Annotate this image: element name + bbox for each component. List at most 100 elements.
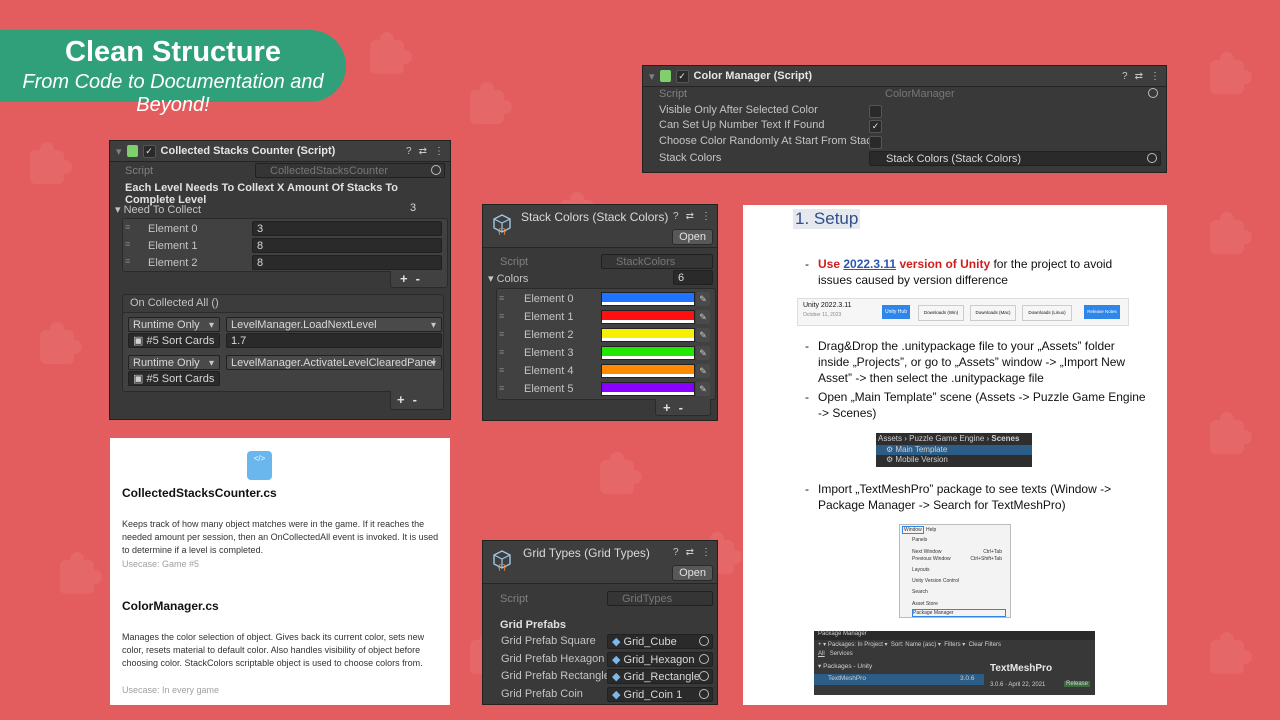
eyedropper-icon[interactable]: ✎ bbox=[696, 346, 710, 360]
download-mac-button[interactable]: Downloads (Mac) bbox=[970, 305, 1016, 321]
collapse-icon[interactable]: ▾ bbox=[116, 145, 122, 158]
window-menu-item[interactable]: Next Window Ctrl+Tab bbox=[912, 549, 1004, 555]
drag-handle-icon[interactable]: ≡ bbox=[499, 311, 504, 321]
drag-handle-icon[interactable]: ≡ bbox=[499, 293, 504, 303]
target-icon[interactable] bbox=[699, 688, 709, 699]
event-mode-dropdown[interactable]: Runtime Only bbox=[128, 355, 220, 371]
target-icon[interactable] bbox=[1148, 88, 1158, 98]
color-swatch[interactable] bbox=[601, 346, 695, 360]
event-argument-field[interactable]: 1.7 bbox=[226, 333, 442, 348]
event-add-button[interactable]: + bbox=[397, 392, 413, 407]
more-icon[interactable]: ⋮ bbox=[1150, 71, 1160, 82]
target-icon[interactable] bbox=[699, 653, 709, 664]
color-swatch[interactable] bbox=[601, 382, 695, 396]
need-count[interactable]: 3 bbox=[406, 201, 446, 216]
target-icon[interactable] bbox=[699, 671, 709, 681]
crumb-engine[interactable]: Puzzle Game Engine bbox=[909, 434, 984, 443]
eyedropper-icon[interactable]: ✎ bbox=[696, 328, 710, 342]
stack-colors-field[interactable]: Stack Colors (Stack Colors) bbox=[869, 151, 1161, 166]
preset-icon[interactable]: ⇄ bbox=[686, 211, 694, 222]
add-button[interactable]: + bbox=[400, 271, 416, 286]
grid-prefab-field[interactable]: ◆ Grid_Cube bbox=[607, 634, 713, 649]
pm-filters[interactable]: Filters bbox=[944, 642, 960, 648]
preset-icon[interactable]: ⇄ bbox=[686, 547, 694, 558]
target-icon[interactable] bbox=[431, 165, 441, 175]
eyedropper-icon[interactable]: ✎ bbox=[696, 310, 710, 324]
grid-prefab-field[interactable]: ◆ Grid_Coin 1 bbox=[607, 686, 713, 702]
event-add-remove[interactable]: +- bbox=[397, 392, 425, 407]
drag-handle-icon[interactable]: ≡ bbox=[125, 239, 130, 249]
list-element-field[interactable]: 3 bbox=[252, 221, 442, 236]
window-menu-item[interactable]: Layouts bbox=[912, 567, 1004, 573]
download-linux-button[interactable]: Downloads (Linux) bbox=[1022, 305, 1072, 321]
open-button[interactable]: Open bbox=[672, 229, 713, 245]
event-mode-dropdown[interactable]: Runtime Only bbox=[128, 317, 220, 333]
list-element-field[interactable]: 8 bbox=[252, 255, 442, 270]
pm-clear-filters[interactable]: Clear Filters bbox=[969, 642, 1001, 648]
color-swatch[interactable] bbox=[601, 310, 695, 324]
color-swatch[interactable] bbox=[601, 328, 695, 342]
list-add-remove[interactable]: +- bbox=[400, 271, 428, 286]
drag-handle-icon[interactable]: ≡ bbox=[499, 347, 504, 357]
unity-hub-button[interactable]: Unity Hub bbox=[882, 305, 910, 319]
target-icon[interactable] bbox=[1147, 153, 1157, 163]
grid-prefab-field[interactable]: ◆ Grid_Hexagon bbox=[607, 651, 713, 667]
collapse-icon[interactable]: ▾ bbox=[649, 70, 655, 83]
list-add-remove[interactable]: +- bbox=[663, 400, 691, 415]
grid-prefab-field[interactable]: ◆ Grid_Rectangle bbox=[607, 669, 713, 684]
colors-label[interactable]: ▾ Colors bbox=[488, 272, 528, 285]
drag-handle-icon[interactable]: ≡ bbox=[499, 383, 504, 393]
window-menu-item[interactable]: Asset Store bbox=[912, 601, 1004, 607]
window-menu-item[interactable]: Package Manager bbox=[912, 609, 1006, 617]
open-button[interactable]: Open bbox=[672, 565, 713, 581]
color-swatch[interactable] bbox=[601, 364, 695, 378]
window-menu-item[interactable]: Panels bbox=[912, 537, 1004, 543]
drag-handle-icon[interactable]: ≡ bbox=[499, 329, 504, 339]
more-icon[interactable]: ⋮ bbox=[701, 211, 711, 222]
help-icon[interactable]: ? bbox=[673, 211, 679, 222]
release-notes-button[interactable]: Release Notes bbox=[1084, 305, 1120, 319]
crumb-scenes[interactable]: Scenes bbox=[991, 434, 1019, 443]
need-to-collect-label[interactable]: ▾ Need To Collect bbox=[115, 203, 201, 216]
pm-tab-services[interactable]: Services bbox=[830, 651, 853, 657]
property-checkbox[interactable] bbox=[869, 104, 882, 118]
help-icon[interactable]: ? bbox=[673, 547, 679, 558]
version-link[interactable]: 2022.3.11 bbox=[843, 257, 896, 271]
scene-mobile-version[interactable]: ⚙ Mobile Version bbox=[886, 455, 948, 464]
pm-packages[interactable]: Packages: In Project bbox=[828, 642, 883, 648]
eyedropper-icon[interactable]: ✎ bbox=[696, 292, 710, 306]
list-element-field[interactable]: 8 bbox=[252, 238, 442, 253]
pm-tab-all[interactable]: All bbox=[818, 651, 825, 657]
target-icon[interactable] bbox=[699, 636, 709, 646]
preset-icon[interactable]: ⇄ bbox=[419, 146, 427, 157]
color-swatch[interactable] bbox=[601, 292, 695, 306]
colors-count[interactable]: 6 bbox=[673, 270, 713, 285]
window-menu-item[interactable]: Unity Version Control bbox=[912, 578, 1004, 584]
preset-icon[interactable]: ⇄ bbox=[1135, 71, 1143, 82]
event-function-dropdown[interactable]: LevelManager.LoadNextLevel bbox=[226, 317, 442, 333]
drag-handle-icon[interactable]: ≡ bbox=[125, 256, 130, 266]
event-function-dropdown[interactable]: LevelManager.ActivateLevelClearedPanel bbox=[226, 355, 442, 371]
event-object-field[interactable]: ▣ #5 Sort Cards bbox=[128, 333, 220, 348]
pm-sort[interactable]: Sort: Name (asc) bbox=[891, 642, 936, 648]
enabled-checkbox[interactable]: ✓ bbox=[142, 144, 156, 158]
window-menu-item[interactable]: Search bbox=[912, 589, 1004, 595]
add-button[interactable]: + bbox=[663, 400, 679, 415]
enabled-checkbox[interactable]: ✓ bbox=[675, 69, 689, 83]
scene-main-template[interactable]: ⚙ Main Template bbox=[886, 445, 947, 454]
eyedropper-icon[interactable]: ✎ bbox=[696, 364, 710, 378]
help-menu-title[interactable]: Help bbox=[926, 527, 936, 533]
property-checkbox[interactable] bbox=[869, 135, 882, 149]
help-icon[interactable]: ? bbox=[406, 146, 412, 157]
property-checkbox[interactable]: ✓ bbox=[869, 120, 882, 133]
event-object-field[interactable]: ▣ #5 Sort Cards bbox=[128, 371, 220, 386]
event-remove-button[interactable]: - bbox=[413, 392, 425, 407]
drag-handle-icon[interactable]: ≡ bbox=[499, 365, 504, 375]
remove-button[interactable]: - bbox=[679, 400, 691, 415]
download-win-button[interactable]: Downloads (Win) bbox=[918, 305, 964, 321]
pm-group[interactable]: ▾ Packages - Unity bbox=[818, 662, 872, 670]
eyedropper-icon[interactable]: ✎ bbox=[696, 382, 710, 396]
window-menu-item[interactable]: Previous Window Ctrl+Shift+Tab bbox=[912, 556, 1004, 562]
more-icon[interactable]: ⋮ bbox=[434, 146, 444, 157]
help-icon[interactable]: ? bbox=[1122, 71, 1128, 82]
